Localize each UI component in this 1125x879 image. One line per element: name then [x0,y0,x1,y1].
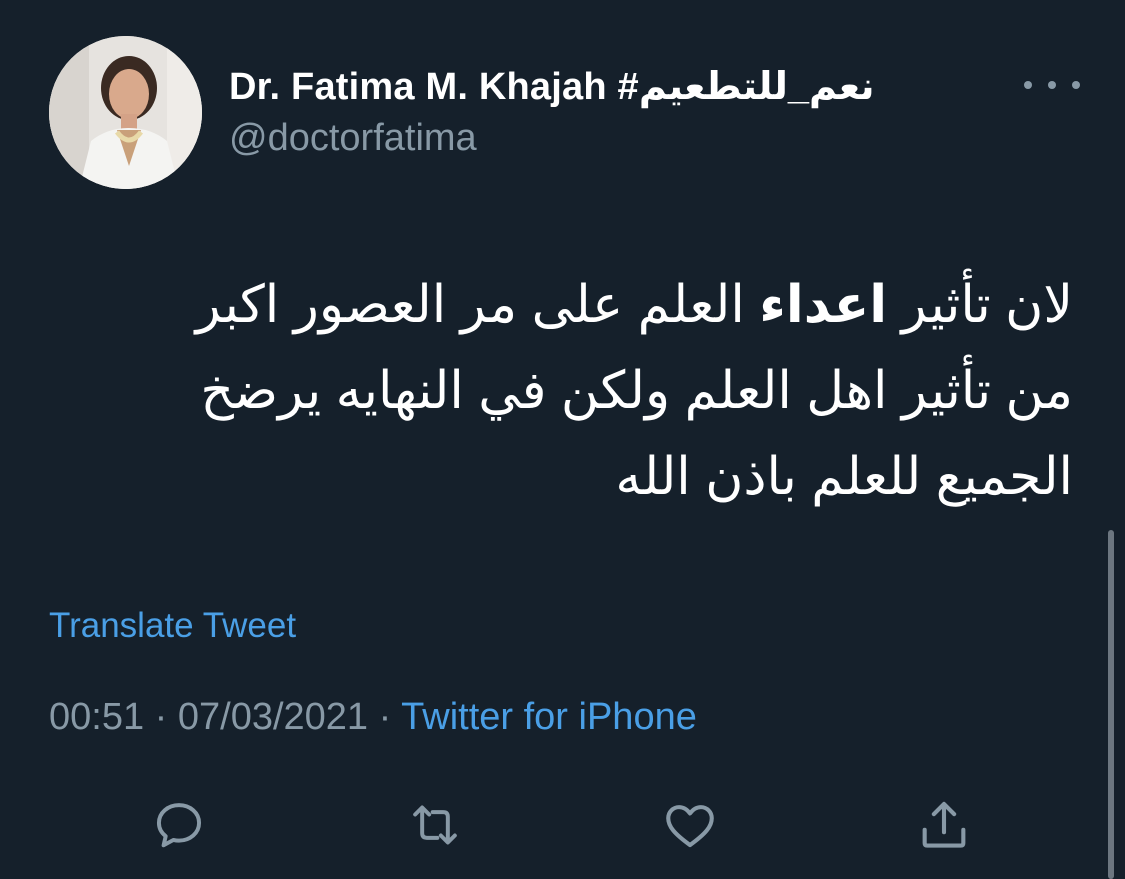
share-button[interactable] [914,795,974,855]
display-name[interactable]: Dr. Fatima M. Khajah #نعم_للتطعيم [229,64,875,109]
tweet-text: لان تأثير اعداء العلم على مر العصور اكبر… [93,262,1073,520]
heart-icon [666,805,714,848]
retweet-icon [413,805,457,845]
retweet-button[interactable] [405,795,465,855]
share-icon [922,801,966,848]
tweet-line-3: الجميع للعلم باذن الله [615,448,1073,506]
meta-separator: · [368,696,402,738]
avatar-photo [49,36,202,189]
meta-separator: · [144,696,178,738]
dot [1024,81,1032,89]
user-handle[interactable]: @doctorfatima [229,117,477,160]
tweet-date: 07/03/2021 [177,696,369,738]
tweet-line-2: من تأثير اهل العلم ولكن في النهايه يرضخ [200,362,1073,420]
reply-button[interactable] [149,795,209,855]
reply-bubble-icon [156,803,202,848]
like-button[interactable] [660,795,720,855]
more-dots-icon[interactable] [1024,70,1080,100]
tweet-line-1-start: لان تأثير [887,276,1073,334]
tweet-line-1-end: العلم على مر العصور اكبر [195,276,760,334]
tweet-bold-word: اعداء [759,276,888,334]
translate-tweet-link[interactable]: Translate Tweet [49,606,296,646]
tweet-time: 00:51 [49,696,145,738]
avatar[interactable] [49,36,202,189]
dot [1048,81,1056,89]
tweet-meta: 00:51 · 07/03/2021 · Twitter for iPhone [49,696,697,739]
dot [1072,81,1080,89]
tweet-source-link[interactable]: Twitter for iPhone [401,696,697,738]
tweet-line-1: لان تأثير اعداء العلم على مر العصور اكبر [93,262,1073,348]
tweet-detail: Dr. Fatima M. Khajah #نعم_للتطعيم @docto… [0,0,1125,879]
scrollbar[interactable] [1108,530,1114,879]
